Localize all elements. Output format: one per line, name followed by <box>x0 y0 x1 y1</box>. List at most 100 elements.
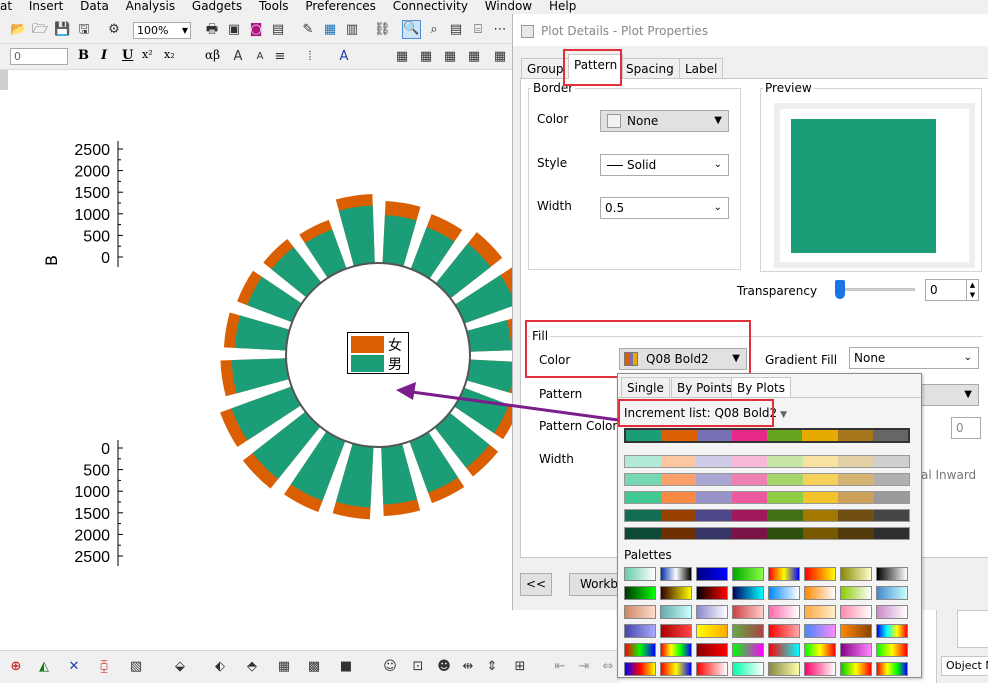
transparency-spinner[interactable]: 0 ▲ ▼ <box>925 279 979 301</box>
palette-swatch[interactable] <box>660 586 692 600</box>
palette-swatch[interactable] <box>732 643 764 657</box>
spin-down-icon[interactable]: ▼ <box>966 290 978 300</box>
object-manager-tab[interactable]: Object M <box>941 656 988 676</box>
3d-ribbon-icon[interactable]: ⬘ <box>244 659 260 675</box>
palette-swatch[interactable] <box>768 586 800 600</box>
popup-tab-by-points[interactable]: By Points <box>671 377 739 397</box>
palette-swatch[interactable] <box>840 586 872 600</box>
popup-tab-by-plots[interactable]: By Plots <box>731 377 792 397</box>
worksheet-icon[interactable]: ▦ <box>322 22 338 38</box>
palette-swatch[interactable] <box>804 586 836 600</box>
object-manager-list[interactable] <box>957 610 988 648</box>
layer-icon[interactable]: ◙ <box>248 22 264 38</box>
palette-swatch[interactable] <box>840 624 872 638</box>
open-template-icon[interactable]: 🗁 <box>32 22 48 38</box>
palette-swatch[interactable] <box>876 624 908 638</box>
palette-swatch[interactable] <box>696 643 728 657</box>
zoom-window-icon[interactable]: ⌕ <box>426 22 442 38</box>
border-color-select[interactable]: None ▼ <box>600 110 729 132</box>
menu-item-analysis[interactable]: Analysis <box>126 0 175 12</box>
menu-item-data[interactable]: Data <box>80 0 109 12</box>
palette-swatch[interactable] <box>660 624 692 638</box>
project-explorer-icon[interactable]: ⛓ <box>374 22 391 38</box>
menu-item-tools[interactable]: Tools <box>259 0 289 12</box>
palette-swatch[interactable] <box>804 624 836 638</box>
palette-swatch[interactable] <box>624 567 656 581</box>
palette-swatch[interactable] <box>660 605 692 619</box>
pattern-width-spinner[interactable]: 0 <box>951 417 981 439</box>
template-icon-1[interactable]: ☺ <box>382 659 398 675</box>
area-chart-icon[interactable]: ◭ <box>36 659 52 675</box>
palette-swatch[interactable] <box>696 567 728 581</box>
palette-swatch[interactable] <box>840 643 872 657</box>
bold-button[interactable]: B <box>78 48 89 63</box>
palette-swatch[interactable] <box>768 605 800 619</box>
heatmap-icon[interactable]: ▩ <box>306 659 322 675</box>
command-window-icon[interactable]: ⌸ <box>470 22 486 38</box>
template-icon-3[interactable]: ☻ <box>436 659 452 675</box>
palette-swatch[interactable] <box>840 662 872 676</box>
toolbox-icon[interactable]: ⋯ <box>492 22 508 38</box>
palette-swatch[interactable] <box>696 605 728 619</box>
collapse-button[interactable]: << <box>520 573 552 596</box>
contour-icon[interactable]: ▦ <box>276 659 292 675</box>
grid-icon-5[interactable]: ▦ <box>492 49 508 65</box>
palette-swatch[interactable] <box>660 662 692 676</box>
decrease-font-icon[interactable]: A <box>252 49 268 65</box>
script-window-icon[interactable]: ▤ <box>448 22 464 38</box>
popup-tab-single[interactable]: Single <box>621 377 670 397</box>
tab-label[interactable]: Label <box>679 58 724 78</box>
palette-swatch[interactable] <box>696 662 728 676</box>
menu-item-gadgets[interactable]: Gadgets <box>192 0 242 12</box>
3d-wall-icon[interactable]: ⬖ <box>212 659 228 675</box>
palette-swatch[interactable] <box>876 586 908 600</box>
border-style-select[interactable]: Solid ⌄ <box>600 154 729 176</box>
palette-swatch[interactable] <box>768 662 800 676</box>
print-icon[interactable]: 🖶 <box>204 22 220 38</box>
palette-swatch[interactable] <box>624 605 656 619</box>
align-left-icon[interactable]: ≡ <box>272 49 288 65</box>
palette-swatch[interactable] <box>696 624 728 638</box>
copy-page-icon[interactable]: ▣ <box>226 22 242 38</box>
palette-swatch[interactable] <box>660 643 692 657</box>
align-icon-2[interactable]: ⇕ <box>484 659 500 675</box>
spin-up-icon[interactable]: ▲ <box>966 280 978 290</box>
results-log-icon[interactable]: 🔍 <box>402 20 421 39</box>
shade-row-1[interactable] <box>624 473 910 486</box>
palette-swatch[interactable] <box>804 662 836 676</box>
notes-icon[interactable]: ✎ <box>300 22 316 38</box>
legend[interactable]: 女 男 <box>347 332 409 374</box>
move-icon-1[interactable]: ⇤ <box>552 659 568 675</box>
3d-bar-icon[interactable]: ▧ <box>128 659 144 675</box>
transparency-slider-thumb[interactable] <box>835 280 845 299</box>
menu-item-help[interactable]: Help <box>549 0 576 12</box>
grid-icon-3[interactable]: ▦ <box>442 49 458 65</box>
selected-increment-swatches[interactable] <box>624 428 910 443</box>
palette-swatch[interactable] <box>804 643 836 657</box>
shade-row-4[interactable] <box>624 527 910 540</box>
matrix-icon[interactable]: ▥ <box>344 22 360 38</box>
palette-swatch[interactable] <box>624 624 656 638</box>
tab-spacing[interactable]: Spacing <box>620 58 680 78</box>
code-builder-icon[interactable]: ▤ <box>270 22 286 38</box>
palette-swatch[interactable] <box>732 605 764 619</box>
greek-button[interactable]: αβ <box>205 48 220 62</box>
grid-icon-4[interactable]: ▦ <box>466 49 482 65</box>
zoom-select[interactable]: 100% ▼ <box>133 22 191 39</box>
image-plot-icon[interactable]: ■ <box>338 659 354 675</box>
candlestick-icon[interactable]: ⧮ <box>96 659 112 675</box>
box-chart-icon[interactable]: ⊕ <box>8 659 24 675</box>
palette-swatch[interactable] <box>876 662 908 676</box>
palette-swatch[interactable] <box>732 662 764 676</box>
palette-swatch[interactable] <box>768 643 800 657</box>
palette-swatch[interactable] <box>732 624 764 638</box>
save-icon[interactable]: 💾 <box>54 22 70 38</box>
palette-swatch[interactable] <box>732 586 764 600</box>
scatter-icon[interactable]: ✕ <box>66 659 82 675</box>
subscript-button[interactable]: x₂ <box>164 48 175 61</box>
palette-swatch[interactable] <box>768 624 800 638</box>
palette-swatch[interactable] <box>624 586 656 600</box>
palette-swatch[interactable] <box>840 567 872 581</box>
palette-swatch[interactable] <box>876 643 908 657</box>
line-style-icon[interactable]: ⦙ <box>302 49 318 65</box>
